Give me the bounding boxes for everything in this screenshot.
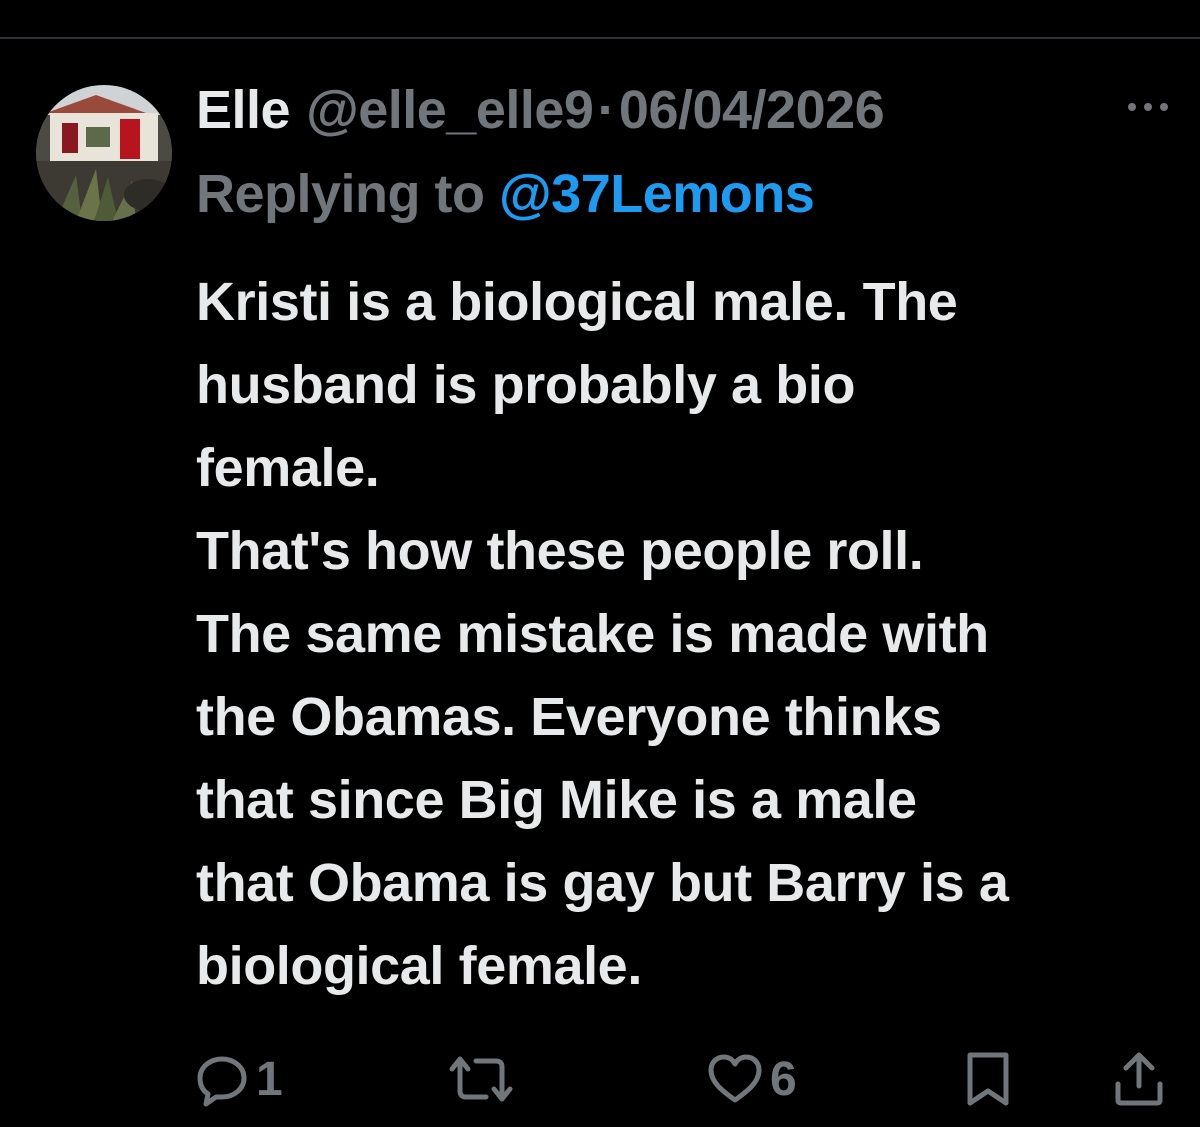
tweet-text-line: That's how these people roll.: [196, 521, 924, 581]
reply-button[interactable]: 1: [194, 1039, 283, 1119]
tweet-text-line: female.: [196, 438, 380, 498]
tweet-text-line: Kristi is a biological male. The: [196, 272, 958, 332]
share-button[interactable]: [1112, 1039, 1166, 1119]
action-bar: 1 6: [0, 1039, 1200, 1119]
repost-icon: [449, 1056, 513, 1102]
like-count: 6: [770, 1052, 797, 1106]
display-name[interactable]: Elle: [196, 79, 291, 141]
more-icon[interactable]: [1124, 95, 1172, 119]
tweet-text-line: the Obamas. Everyone thinks: [196, 687, 942, 747]
tweet-text-line: husband is probably a bio: [196, 355, 856, 415]
tweet-text-line: biological female.: [196, 936, 642, 996]
repost-button[interactable]: [448, 1039, 514, 1119]
tweet[interactable]: Elle @elle_elle9 · 06/04/2026 Replying t…: [0, 39, 1200, 1127]
bookmark-icon: [967, 1052, 1009, 1106]
tweet-text-line: that Obama is gay but Barry is a: [196, 853, 1009, 913]
replying-to: Replying to @37Lemons: [196, 163, 815, 225]
share-icon: [1115, 1052, 1163, 1106]
replying-to-label: Replying to: [196, 164, 485, 224]
tweet-text-line: The same mistake is made with: [196, 604, 989, 664]
tweet-header: Elle @elle_elle9 · 06/04/2026: [196, 75, 885, 145]
reply-icon: [197, 1056, 247, 1107]
handle[interactable]: @elle_elle9: [306, 79, 594, 141]
heart-icon: [708, 1054, 762, 1103]
like-button[interactable]: 6: [706, 1039, 797, 1119]
bookmark-button[interactable]: [962, 1039, 1014, 1119]
tweet-text: Kristi is a biological male. The husband…: [196, 261, 1186, 1008]
timestamp[interactable]: 06/04/2026: [619, 79, 885, 141]
avatar[interactable]: [36, 85, 172, 221]
avatar-photo: [36, 85, 172, 221]
separator: ·: [597, 80, 615, 140]
tweet-text-line: that since Big Mike is a male: [196, 770, 917, 830]
reply-count: 1: [256, 1052, 283, 1106]
replying-to-handle-link[interactable]: @37Lemons: [499, 164, 815, 224]
